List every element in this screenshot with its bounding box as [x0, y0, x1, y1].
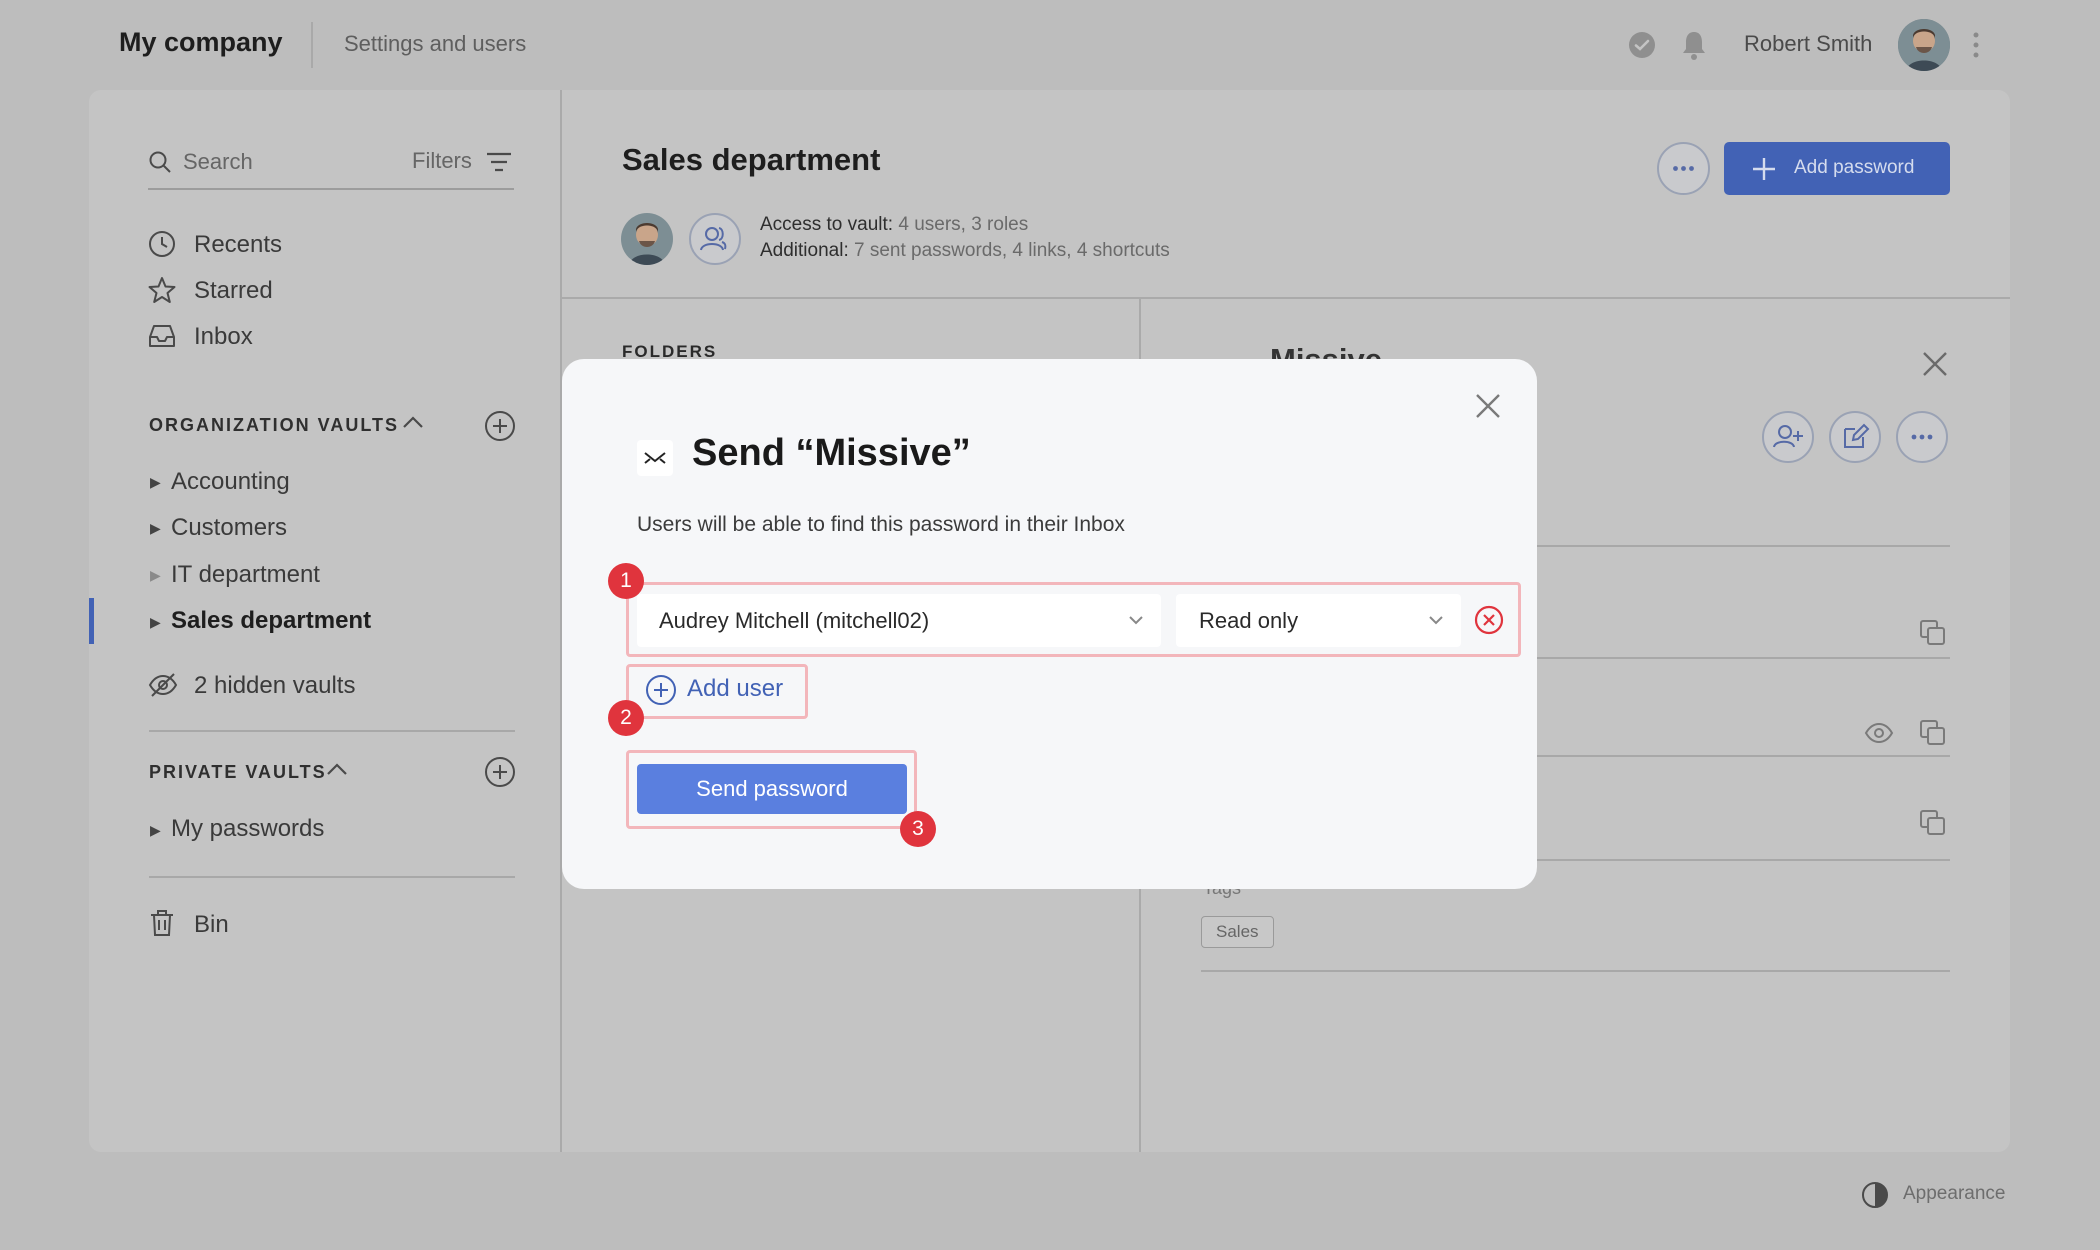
- user-avatar[interactable]: [1898, 19, 1950, 71]
- copy-icon[interactable]: [1920, 810, 1946, 836]
- edit-button[interactable]: [1829, 411, 1881, 463]
- add-password-button[interactable]: Add password: [1724, 142, 1950, 195]
- field-divider: [1537, 657, 1950, 659]
- org-vaults-title: ORGANIZATION VAULTS: [149, 415, 399, 435]
- topbar-divider: [311, 22, 313, 68]
- step-badge-1: 1: [608, 563, 644, 599]
- filter-icon[interactable]: [486, 152, 512, 172]
- header-divider: [562, 297, 2010, 299]
- add-circle-icon[interactable]: [645, 674, 677, 706]
- appearance-toggle[interactable]: Appearance: [1903, 1183, 2005, 1205]
- users-group-button[interactable]: [689, 213, 741, 265]
- divider: [149, 876, 515, 878]
- user-select-value: Audrey Mitchell (mitchell02): [659, 608, 930, 633]
- vault-title: Sales department: [622, 142, 881, 177]
- user-name[interactable]: Robert Smith: [1744, 31, 1872, 57]
- chevron-up-icon[interactable]: [402, 415, 424, 429]
- close-modal-icon[interactable]: [1474, 392, 1502, 420]
- access-value: 4 users, 3 roles: [898, 214, 1029, 235]
- step-badge-2: 2: [608, 700, 644, 736]
- chevron-down-icon: [1128, 615, 1144, 625]
- caret-right-icon[interactable]: ▶: [150, 567, 161, 584]
- vault-it-department[interactable]: IT department: [171, 561, 320, 589]
- copy-icon[interactable]: [1920, 620, 1946, 646]
- divider: [149, 730, 515, 732]
- modal-title: Send “Missive”: [692, 432, 971, 474]
- caret-right-icon[interactable]: ▶: [150, 614, 161, 631]
- field-divider: [1201, 970, 1950, 972]
- close-detail-icon[interactable]: [1921, 350, 1949, 378]
- clock-icon: [148, 230, 176, 258]
- settings-link[interactable]: Settings and users: [344, 31, 526, 57]
- member-avatar[interactable]: [621, 213, 673, 265]
- permission-select[interactable]: Read only: [1176, 594, 1461, 647]
- permission-select-value: Read only: [1199, 608, 1299, 633]
- trash-icon: [149, 909, 175, 937]
- additional-info: Additional: 7 sent passwords, 4 links, 4…: [760, 240, 1170, 262]
- vault-accounting[interactable]: Accounting: [171, 468, 290, 496]
- chevron-down-icon: [1428, 615, 1444, 625]
- active-indicator: [89, 598, 94, 644]
- remove-user-icon[interactable]: [1474, 605, 1504, 635]
- missive-app-icon: [637, 440, 673, 476]
- vault-customers[interactable]: Customers: [171, 514, 287, 542]
- filters-button[interactable]: Filters: [412, 148, 472, 174]
- additional-value: 7 sent passwords, 4 links, 4 shortcuts: [854, 240, 1170, 261]
- caret-right-icon[interactable]: ▶: [150, 520, 161, 537]
- modal-description: Users will be able to find this password…: [637, 513, 1125, 536]
- search-icon: [148, 150, 172, 174]
- access-label: Access to vault:: [760, 214, 894, 235]
- company-name: My company: [119, 27, 283, 57]
- contrast-icon[interactable]: [1861, 1181, 1889, 1209]
- search-input[interactable]: Search: [183, 149, 253, 175]
- plus-icon: [1752, 157, 1776, 181]
- detail-more-button[interactable]: [1896, 411, 1948, 463]
- nav-recents[interactable]: Recents: [194, 231, 282, 259]
- field-divider: [1537, 755, 1950, 757]
- copy-icon[interactable]: [1920, 720, 1946, 746]
- check-circle-icon[interactable]: [1629, 32, 1655, 58]
- vault-sales-department[interactable]: Sales department: [171, 607, 371, 635]
- share-user-button[interactable]: [1762, 411, 1814, 463]
- private-vaults-title: PRIVATE VAULTS: [149, 762, 327, 782]
- additional-label: Additional:: [760, 240, 849, 261]
- inbox-icon: [148, 323, 176, 349]
- eye-off-icon: [148, 672, 178, 698]
- eye-icon[interactable]: [1864, 722, 1894, 744]
- step-badge-3: 3: [900, 811, 936, 847]
- more-vertical-icon[interactable]: [1972, 32, 1980, 58]
- nav-bin[interactable]: Bin: [194, 911, 229, 939]
- field-divider: [1537, 545, 1950, 547]
- add-password-label: Add password: [1794, 157, 1915, 178]
- caret-right-icon[interactable]: ▶: [150, 474, 161, 491]
- add-org-vault-icon[interactable]: [484, 410, 516, 442]
- hidden-vaults-link[interactable]: 2 hidden vaults: [194, 672, 355, 700]
- vault-my-passwords[interactable]: My passwords: [171, 815, 324, 843]
- star-icon: [148, 276, 176, 304]
- more-options-button[interactable]: [1657, 142, 1710, 195]
- tag-sales[interactable]: Sales: [1201, 916, 1274, 948]
- chevron-up-icon[interactable]: [326, 762, 348, 776]
- nav-starred[interactable]: Starred: [194, 277, 273, 305]
- add-private-vault-icon[interactable]: [484, 756, 516, 788]
- bell-icon[interactable]: [1681, 30, 1707, 60]
- access-info: Access to vault: 4 users, 3 roles: [760, 214, 1028, 236]
- send-password-button[interactable]: Send password: [637, 764, 907, 814]
- add-user-button[interactable]: Add user: [687, 675, 783, 703]
- user-select[interactable]: Audrey Mitchell (mitchell02): [637, 594, 1161, 647]
- nav-inbox[interactable]: Inbox: [194, 323, 253, 351]
- caret-right-icon[interactable]: ▶: [150, 822, 161, 839]
